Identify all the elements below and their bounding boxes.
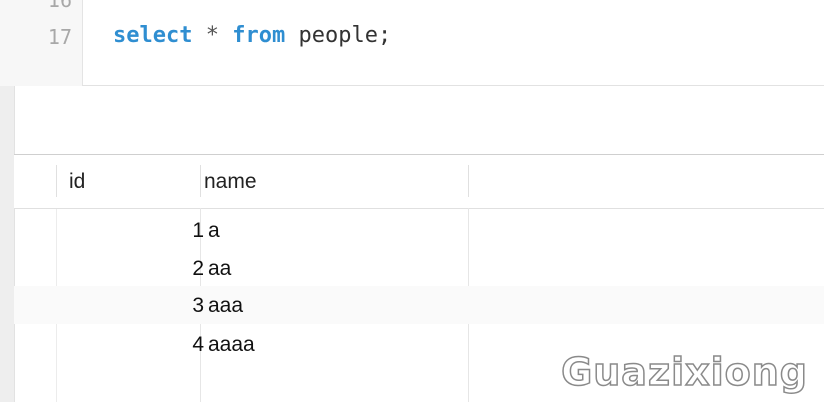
sql-editor[interactable]: 16 17 select * from people;	[0, 0, 824, 86]
line-number-17: 17	[47, 25, 72, 49]
cell-name[interactable]: aaa	[208, 294, 243, 318]
column-header-name[interactable]: name	[204, 170, 257, 194]
line-number-16: 16	[47, 0, 72, 12]
table-row[interactable]: 3 aaa	[14, 286, 824, 324]
keyword-from: from	[232, 23, 286, 48]
column-separator	[56, 165, 57, 197]
cell-id[interactable]: 4	[124, 333, 204, 357]
cell-name[interactable]: aaaa	[208, 333, 255, 357]
editor-divider	[82, 85, 824, 86]
line-number-gutter: 16 17	[0, 0, 83, 86]
grid-header: id name	[14, 155, 824, 209]
watermark: Guazixiong	[560, 349, 808, 395]
code-line-17[interactable]: select * from people;	[113, 23, 391, 48]
table-row[interactable]: 1 a	[14, 211, 824, 249]
operator-star: *	[205, 23, 219, 48]
column-separator[interactable]	[200, 165, 201, 197]
cell-id[interactable]: 2	[124, 257, 204, 281]
cell-name[interactable]: aa	[208, 257, 231, 281]
column-separator[interactable]	[468, 165, 469, 197]
cell-name[interactable]: a	[208, 219, 220, 243]
column-header-id[interactable]: id	[69, 170, 85, 194]
keyword-select: select	[113, 23, 193, 48]
table-name: people;	[298, 23, 392, 48]
table-row[interactable]: 2 aa	[14, 249, 824, 287]
cell-id[interactable]: 3	[124, 294, 204, 318]
cell-id[interactable]: 1	[124, 219, 204, 243]
